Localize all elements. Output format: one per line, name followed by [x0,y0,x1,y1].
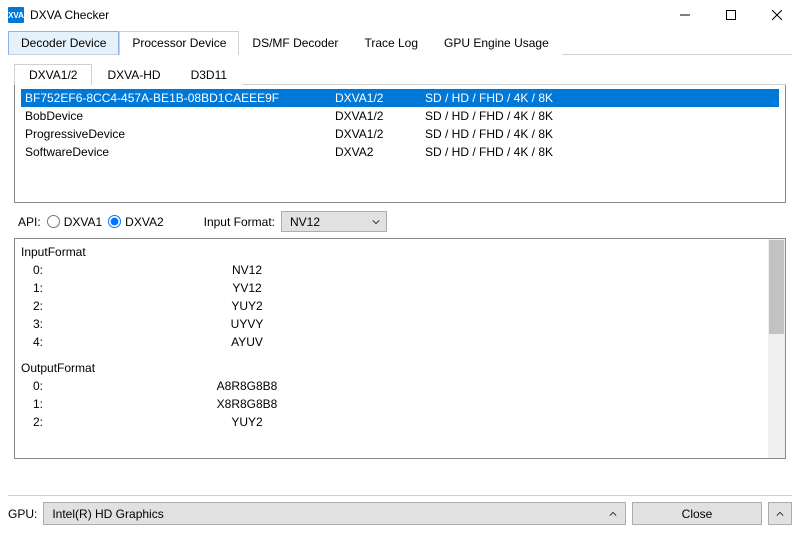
gpu-value: Intel(R) HD Graphics [52,507,163,521]
tab-processor-device[interactable]: Processor Device [119,31,239,55]
device-res: SD / HD / FHD / 4K / 8K [425,127,775,141]
format-row[interactable]: 0:NV12 [21,261,779,279]
api-label: API: [18,215,41,229]
device-row[interactable]: BF752EF6-8CC4-457A-BE1B-08BD1CAEEE9F DXV… [21,89,779,107]
device-list[interactable]: BF752EF6-8CC4-457A-BE1B-08BD1CAEEE9F DXV… [14,85,786,203]
scrollbar-thumb[interactable] [769,240,784,334]
device-name: SoftwareDevice [25,145,335,159]
device-res: SD / HD / FHD / 4K / 8K [425,145,775,159]
device-row[interactable]: SoftwareDevice DXVA2 SD / HD / FHD / 4K … [21,143,779,161]
expand-button[interactable] [768,502,792,525]
gpu-label: GPU: [8,507,37,521]
device-res: SD / HD / FHD / 4K / 8K [425,91,775,105]
format-row[interactable]: 0:A8R8G8B8 [21,377,779,395]
app-icon: XVA [8,7,24,23]
input-format-value: NV12 [290,215,320,229]
format-row[interactable]: 2:YUY2 [21,413,779,431]
chevron-down-icon [372,218,380,226]
minimize-button[interactable] [662,0,708,30]
bottom-bar: GPU: Intel(R) HD Graphics Close [8,495,792,525]
device-api: DXVA1/2 [335,91,425,105]
format-row[interactable]: 3:UYVY [21,315,779,333]
device-name: BobDevice [25,109,335,123]
radio-dxva2[interactable]: DXVA2 [108,215,163,229]
device-name: BF752EF6-8CC4-457A-BE1B-08BD1CAEEE9F [25,91,335,105]
tab-trace-log[interactable]: Trace Log [351,31,431,55]
format-row[interactable]: 2:YUY2 [21,297,779,315]
subtab-d3d11[interactable]: D3D11 [176,64,242,85]
device-row[interactable]: ProgressiveDevice DXVA1/2 SD / HD / FHD … [21,125,779,143]
tab-decoder-device[interactable]: Decoder Device [8,31,119,55]
device-api: DXVA2 [335,145,425,159]
device-row[interactable]: BobDevice DXVA1/2 SD / HD / FHD / 4K / 8… [21,107,779,125]
format-panel: InputFormat 0:NV12 1:YV12 2:YUY2 3:UYVY … [14,238,786,459]
gpu-combo[interactable]: Intel(R) HD Graphics [43,502,626,525]
window-title: DXVA Checker [30,8,662,22]
chevron-up-icon [776,510,784,518]
maximize-button[interactable] [708,0,754,30]
format-row[interactable]: 1:YV12 [21,279,779,297]
output-format-header: OutputFormat [21,359,779,377]
subtab-dxva12[interactable]: DXVA1/2 [14,64,92,85]
scrollbar[interactable] [768,239,785,458]
format-row[interactable]: 4:AYUV [21,333,779,351]
close-window-button[interactable] [754,0,800,30]
close-button[interactable]: Close [632,502,762,525]
input-format-label: Input Format: [204,215,275,229]
subtab-dxvahd[interactable]: DXVA-HD [92,64,175,85]
device-api: DXVA1/2 [335,109,425,123]
tab-gpu-engine-usage[interactable]: GPU Engine Usage [431,31,562,55]
main-tabs: Decoder Device Processor Device DS/MF De… [8,30,792,55]
input-format-header: InputFormat [21,243,779,261]
sub-tabs: DXVA1/2 DXVA-HD D3D11 [14,63,786,85]
format-row[interactable]: 1:X8R8G8B8 [21,395,779,413]
input-format-combo[interactable]: NV12 [281,211,387,232]
radio-dxva1[interactable]: DXVA1 [47,215,102,229]
device-name: ProgressiveDevice [25,127,335,141]
device-res: SD / HD / FHD / 4K / 8K [425,109,775,123]
api-row: API: DXVA1 DXVA2 Input Format: NV12 [14,203,786,238]
titlebar: XVA DXVA Checker [0,0,800,30]
chevron-up-icon [609,510,617,518]
tab-dsmf-decoder[interactable]: DS/MF Decoder [239,31,351,55]
device-api: DXVA1/2 [335,127,425,141]
